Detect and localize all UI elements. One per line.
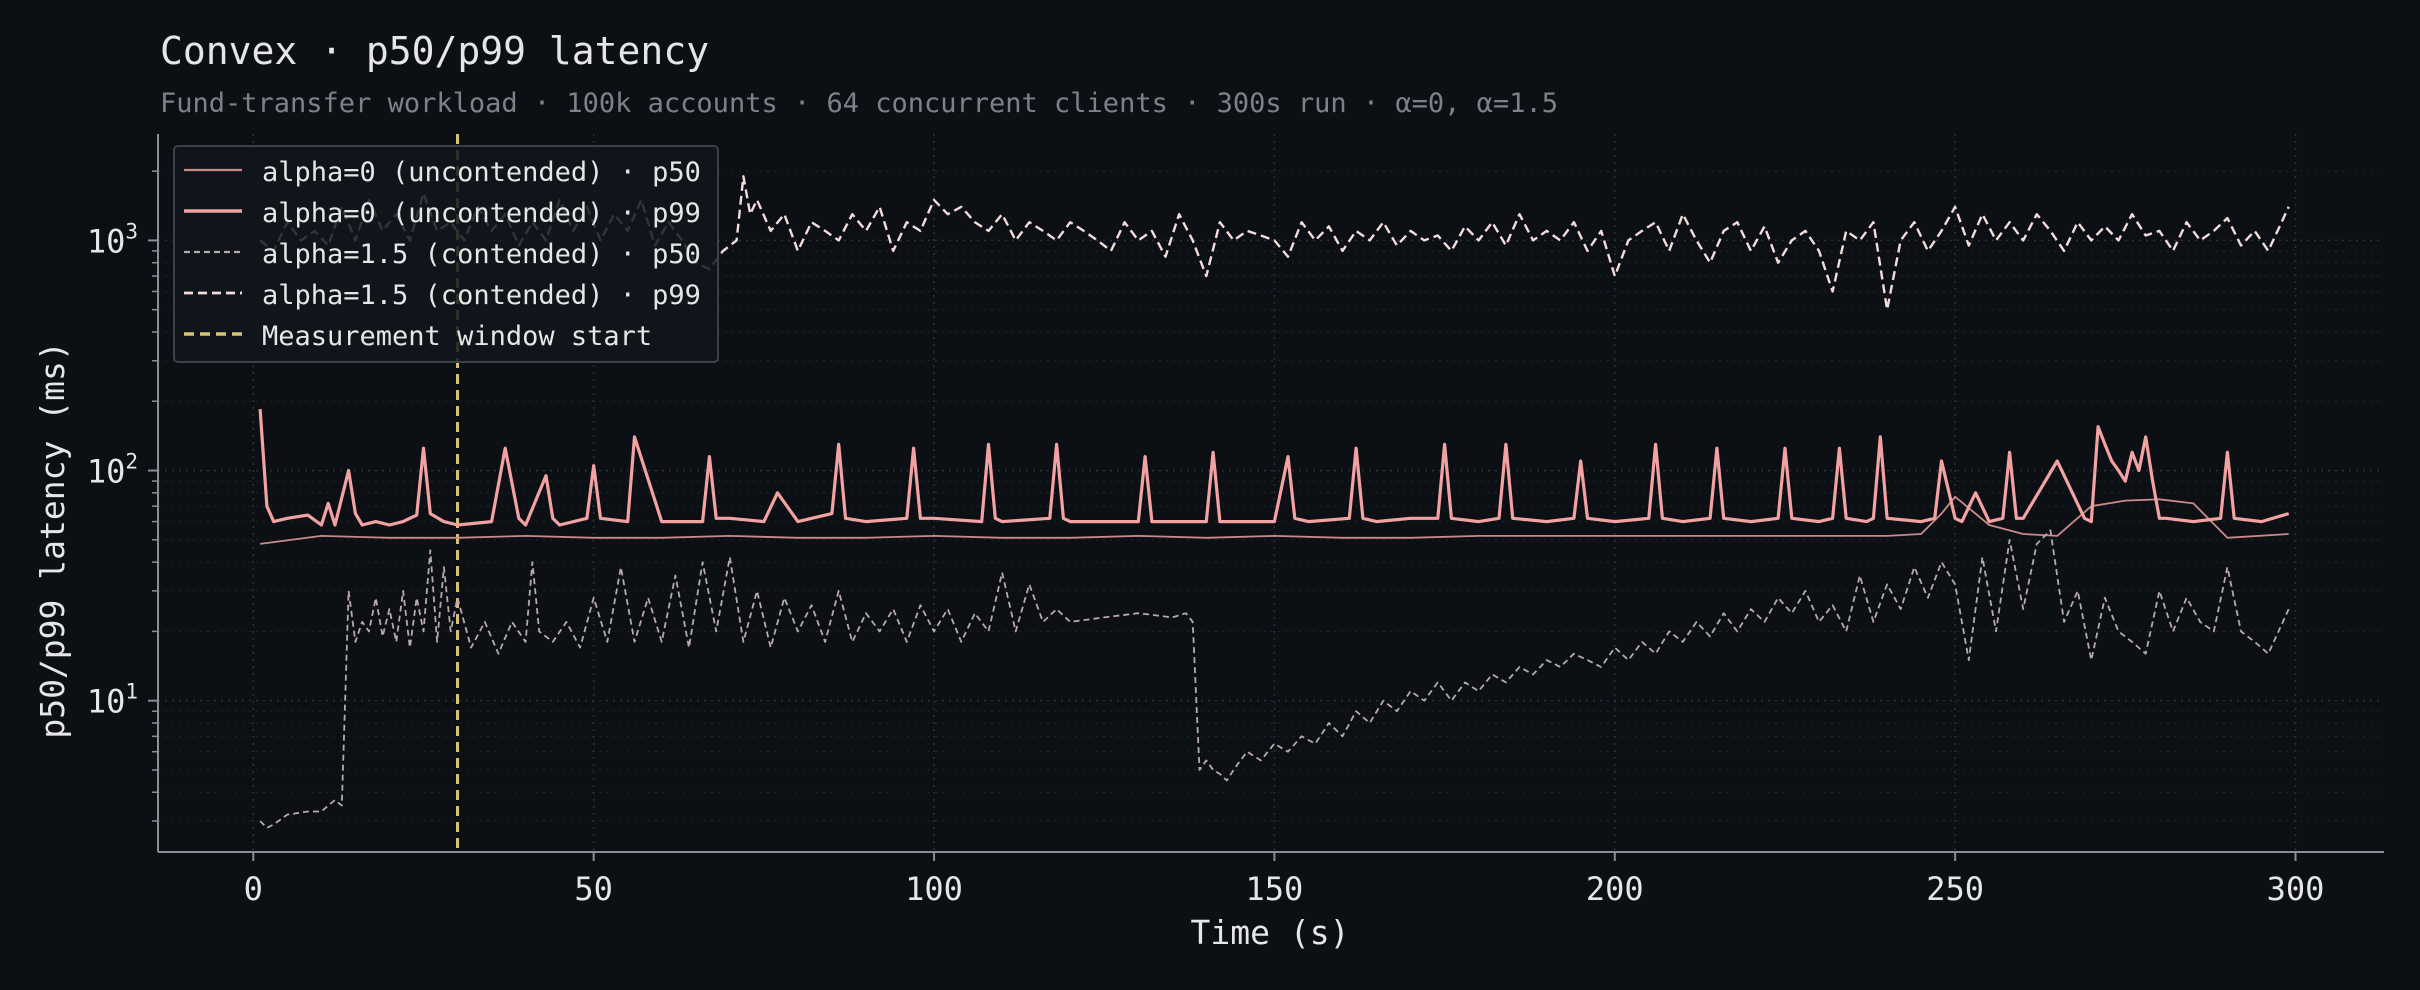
x-tick-label: 150 bbox=[1246, 870, 1304, 908]
x-tick-label: 200 bbox=[1586, 870, 1644, 908]
legend-label: alpha=0 (uncontended) · p99 bbox=[262, 198, 701, 229]
series-alpha15-p50 bbox=[259, 529, 2290, 829]
legend-label: alpha=0 (uncontended) · p50 bbox=[262, 157, 701, 188]
x-tick-label: 50 bbox=[574, 870, 613, 908]
chart-subtitle: Fund-transfer workload · 100k accounts ·… bbox=[160, 88, 1558, 119]
legend-label: alpha=1.5 (contended) · p50 bbox=[262, 239, 701, 270]
x-ticks: 0 50 100 150 200 250 300 bbox=[244, 852, 2325, 908]
legend-label: alpha=1.5 (contended) · p99 bbox=[262, 280, 701, 311]
x-tick-label: 250 bbox=[1926, 870, 1984, 908]
x-tick-label: 300 bbox=[2267, 870, 2325, 908]
x-tick-label: 0 bbox=[244, 870, 263, 908]
x-axis-label: Time (s) bbox=[1191, 913, 1350, 952]
x-tick-label: 100 bbox=[905, 870, 963, 908]
y-tick-label: 102 bbox=[87, 450, 138, 491]
y-axis-label: p50/p99 latency (ms) bbox=[33, 341, 72, 738]
series-alpha0-p99 bbox=[258, 408, 2290, 527]
y-ticks: 101 102 103 bbox=[87, 170, 158, 822]
legend-label: Measurement window start bbox=[262, 321, 652, 352]
legend: alpha=0 (uncontended) · p50 alpha=0 (unco… bbox=[173, 145, 719, 363]
chart-title: Convex · p50/p99 latency bbox=[160, 29, 709, 73]
y-tick-label: 103 bbox=[87, 219, 138, 260]
y-tick-label: 101 bbox=[87, 680, 138, 721]
latency-chart: 0 50 100 150 200 250 300 101 102 103 Convex · p5… bbox=[33, 29, 2384, 952]
